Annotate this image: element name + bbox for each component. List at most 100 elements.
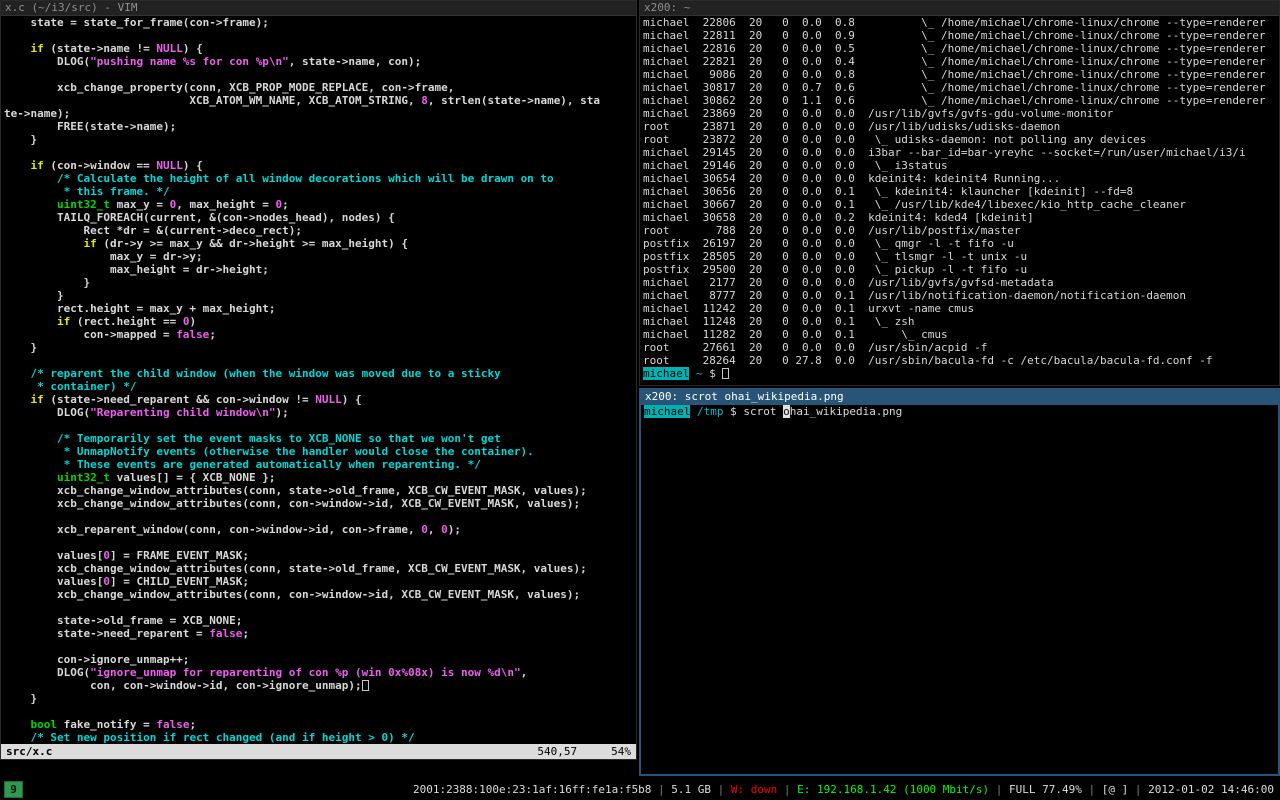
code-line: /* Set new position if rect changed (and… <box>4 731 636 744</box>
code-line <box>4 601 636 614</box>
scrot-terminal-output[interactable]: michael /tmp $ scrot ohai_wikipedia.png <box>641 405 1278 772</box>
code-line <box>4 705 636 718</box>
terminal-line: michael 30656 20 0 0.0 0.1 \_ kdeinit4: … <box>643 185 1279 198</box>
status-item-ipv6: 2001:2388:100e:23:1af:16ff:fe1a:f5b8 <box>413 783 651 796</box>
terminal-line: root 28264 20 0 27.8 0.0 /usr/sbin/bacul… <box>643 354 1279 367</box>
code-line <box>4 68 636 81</box>
terminal-line: michael 30654 20 0 0.0 0.0 kdeinit4: kde… <box>643 172 1279 185</box>
code-line <box>4 640 636 653</box>
code-line: uint32_t values[] = { XCB_NONE }; <box>4 471 636 484</box>
code-line: values[0] = FRAME_EVENT_MASK; <box>4 549 636 562</box>
terminal-line: michael 8777 20 0 0.0 0.1 /usr/lib/notif… <box>643 289 1279 302</box>
code-line <box>4 354 636 367</box>
terminal-line: root 23871 20 0 0.0 0.0 /usr/lib/udisks/… <box>643 120 1279 133</box>
code-line: xcb_change_property(conn, XCB_PROP_MODE_… <box>4 81 636 94</box>
vim-window[interactable]: x.c (~/i3/src) - VIM state = state_for_f… <box>0 0 637 760</box>
ps-terminal-window[interactable]: x200: ~ michael 22806 20 0 0.0 0.8 \_ /h… <box>639 0 1280 386</box>
terminal-line: michael 30658 20 0 0.0 0.2 kdeinit4: kde… <box>643 211 1279 224</box>
code-line: te->name); <box>4 107 636 120</box>
code-line: * container) */ <box>4 380 636 393</box>
ps-terminal-output[interactable]: michael 22806 20 0 0.0 0.8 \_ /home/mich… <box>640 16 1279 386</box>
code-line: xcb_reparent_window(conn, con->window->i… <box>4 523 636 536</box>
desktop: x.c (~/i3/src) - VIM state = state_for_f… <box>0 0 1280 800</box>
code-line: if (con->window == NULL) { <box>4 159 636 172</box>
status-separator: | <box>711 783 731 796</box>
code-line: * UnmapNotify events (otherwise the hand… <box>4 445 636 458</box>
code-line <box>4 536 636 549</box>
vim-scroll-percent: 54% <box>611 744 631 759</box>
terminal-line: michael 11282 20 0 0.0 0.1 \_ cmus <box>643 328 1279 341</box>
code-line: values[0] = CHILD_EVENT_MASK; <box>4 575 636 588</box>
code-line: } <box>4 341 636 354</box>
scrot-terminal-window[interactable]: x200: scrot ohai_wikipedia.png michael /… <box>639 388 1280 776</box>
vim-editor[interactable]: state = state_for_frame(con->frame); if … <box>1 16 636 746</box>
status-separator: | <box>1128 783 1148 796</box>
vim-statusline: src/x.c 540,57 54% <box>1 744 636 759</box>
code-line: if (rect.height == 0) <box>4 315 636 328</box>
code-line: * this frame. */ <box>4 185 636 198</box>
code-line: } <box>4 692 636 705</box>
code-line: DLOG("pushing name %s for con %p\n", sta… <box>4 55 636 68</box>
code-line: if (dr->y >= max_y && dr->height >= max_… <box>4 237 636 250</box>
terminal-line: michael 22806 20 0 0.0 0.8 \_ /home/mich… <box>643 16 1279 29</box>
code-line: XCB_ATOM_WM_NAME, XCB_ATOM_STRING, 8, st… <box>4 94 636 107</box>
workspace-button-9[interactable]: 9 <box>4 781 23 798</box>
code-line: * These events are generated automatical… <box>4 458 636 471</box>
status-section: 2001:2388:100e:23:1af:16ff:fe1a:f5b8 | 5… <box>413 783 1276 796</box>
terminal-line: michael 9086 20 0 0.0 0.8 \_ /home/micha… <box>643 68 1279 81</box>
status-separator: | <box>1082 783 1102 796</box>
code-line: } <box>4 133 636 146</box>
code-line: FREE(state->name); <box>4 120 636 133</box>
terminal-line: michael 22821 20 0 0.0 0.4 \_ /home/mich… <box>643 55 1279 68</box>
terminal-line: michael 2177 20 0 0.0 0.0 /usr/lib/gvfs/… <box>643 276 1279 289</box>
status-item-datetime: 2012-01-02 14:46:00 <box>1148 783 1274 796</box>
terminal-line: postfix 28505 20 0 0.0 0.0 \_ tlsmgr -l … <box>643 250 1279 263</box>
code-line: DLOG("Reparenting child window\n"); <box>4 406 636 419</box>
code-line: xcb_change_window_attributes(conn, state… <box>4 484 636 497</box>
code-line: Rect *dr = &(current->deco_rect); <box>4 224 636 237</box>
code-line: TAILQ_FOREACH(current, &(con->nodes_head… <box>4 211 636 224</box>
status-separator: | <box>777 783 797 796</box>
code-line: } <box>4 289 636 302</box>
terminal-line: michael 29145 20 0 0.0 0.0 i3bar --bar_i… <box>643 146 1279 159</box>
code-line: con->mapped = false; <box>4 328 636 341</box>
terminal-line: michael 30862 20 0 1.1 0.6 \_ /home/mich… <box>643 94 1279 107</box>
code-line: /* reparent the child window (when the w… <box>4 367 636 380</box>
code-line: bool fake_notify = false; <box>4 718 636 731</box>
code-line <box>4 510 636 523</box>
code-line: } <box>4 276 636 289</box>
code-line: rect.height = max_y + max_height; <box>4 302 636 315</box>
vim-cursor-position: 540,57 <box>537 744 577 759</box>
status-item-ethernet: E: 192.168.1.42 (1000 Mbit/s) <box>797 783 989 796</box>
vim-titlebar[interactable]: x.c (~/i3/src) - VIM <box>1 1 636 16</box>
terminal-line: michael 23869 20 0 0.0 0.0 /usr/lib/gvfs… <box>643 107 1279 120</box>
code-line <box>4 29 636 42</box>
scrot-terminal-titlebar[interactable]: x200: scrot ohai_wikipedia.png <box>641 390 1278 405</box>
status-item-battery: FULL 77.49% <box>1009 783 1082 796</box>
i3bar: 9 2001:2388:100e:23:1af:16ff:fe1a:f5b8 |… <box>0 778 1280 800</box>
code-line: if (state->name != NULL) { <box>4 42 636 55</box>
code-line: con, con->window->id, con->ignore_unmap)… <box>4 679 636 692</box>
text-cursor: o <box>783 405 790 418</box>
terminal-line: root 788 20 0 0.0 0.0 /usr/lib/postfix/m… <box>643 224 1279 237</box>
terminal-line: michael ~ $ <box>643 367 1279 380</box>
status-item-volume: [@ ] <box>1102 783 1129 796</box>
terminal-line: postfix 29500 20 0 0.0 0.0 \_ pickup -l … <box>643 263 1279 276</box>
code-line: state->old_frame = XCB_NONE; <box>4 614 636 627</box>
code-line: uint32_t max_y = 0, max_height = 0; <box>4 198 636 211</box>
code-line <box>4 419 636 432</box>
terminal-line: michael 11242 20 0 0.0 0.1 urxvt -name c… <box>643 302 1279 315</box>
status-separator: | <box>651 783 671 796</box>
terminal-line: michael 30667 20 0 0.0 0.1 \_ /usr/lib/k… <box>643 198 1279 211</box>
code-line <box>4 146 636 159</box>
terminal-line: michael 22811 20 0 0.0 0.9 \_ /home/mich… <box>643 29 1279 42</box>
terminal-line: michael 11248 20 0 0.0 0.1 \_ zsh <box>643 315 1279 328</box>
code-line: xcb_change_window_attributes(conn, state… <box>4 562 636 575</box>
terminal-line: root 23872 20 0 0.0 0.0 \_ udisks-daemon… <box>643 133 1279 146</box>
ps-terminal-titlebar[interactable]: x200: ~ <box>640 1 1279 16</box>
code-line: state->need_reparent = false; <box>4 627 636 640</box>
status-separator: | <box>989 783 1009 796</box>
code-line: state = state_for_frame(con->frame); <box>4 16 636 29</box>
code-line: xcb_change_window_attributes(conn, con->… <box>4 588 636 601</box>
terminal-line: root 27661 20 0 0.0 0.0 /usr/sbin/acpid … <box>643 341 1279 354</box>
